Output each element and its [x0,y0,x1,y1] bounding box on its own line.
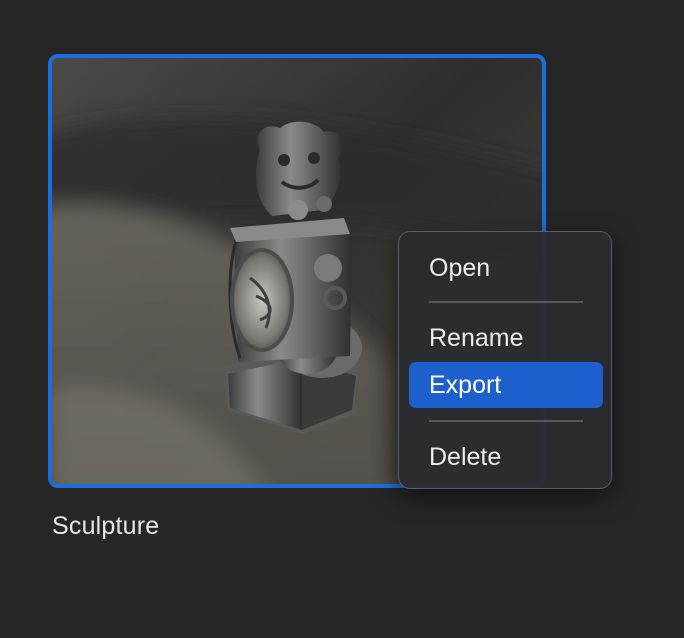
file-browser: Sculpture Open Rename Export Delete [0,0,684,638]
context-menu: Open Rename Export Delete [398,231,612,489]
menu-item-rename[interactable]: Rename [409,315,603,361]
item-name-label[interactable]: Sculpture [52,512,159,541]
menu-item-export[interactable]: Export [409,362,603,408]
menu-separator [429,420,583,422]
menu-item-delete[interactable]: Delete [409,434,603,480]
menu-item-open[interactable]: Open [409,245,603,291]
menu-separator [429,301,583,303]
